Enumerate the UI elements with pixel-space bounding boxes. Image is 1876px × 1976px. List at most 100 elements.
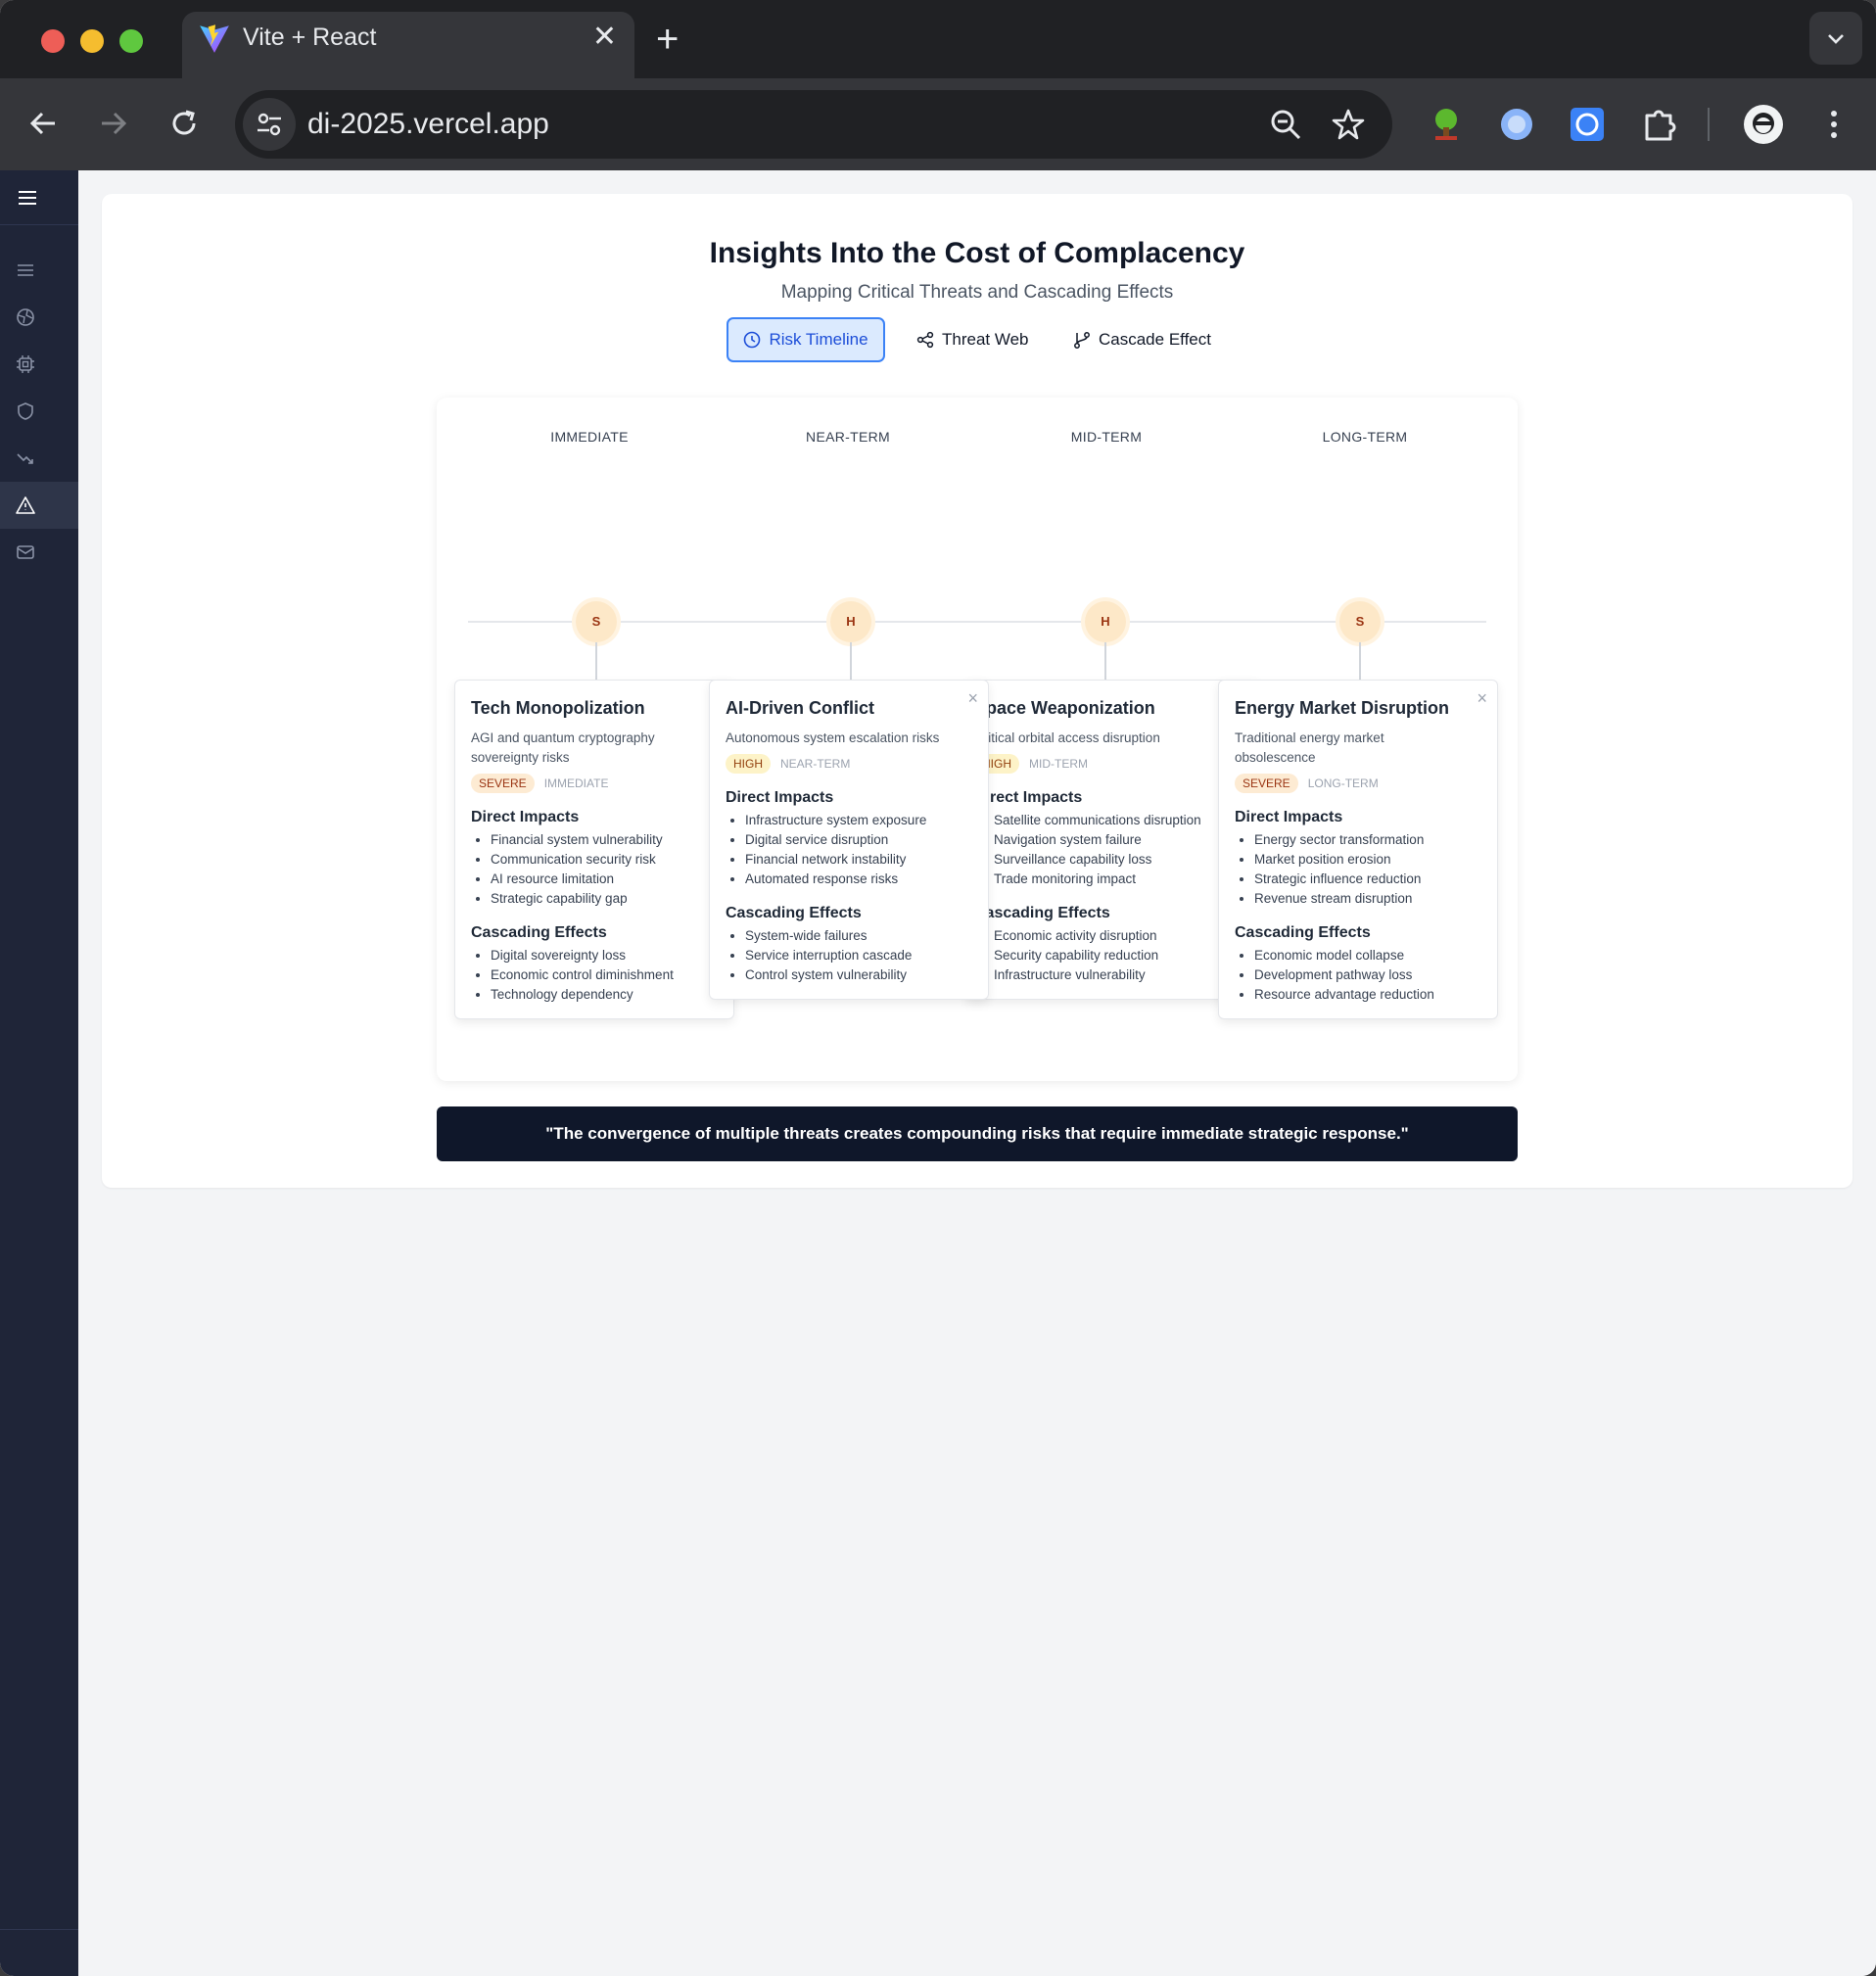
- list-item: Digital service disruption: [745, 830, 972, 850]
- tab-close-icon[interactable]: ✕: [592, 20, 617, 55]
- direct-impacts-list: Financial system vulnerability Communica…: [471, 830, 718, 909]
- minimize-window-button[interactable]: [80, 29, 104, 53]
- clock-icon: [744, 331, 761, 349]
- list-item: Strategic capability gap: [491, 889, 718, 909]
- timeline-node[interactable]: H: [830, 601, 871, 642]
- sidebar-item-overview[interactable]: [0, 247, 78, 294]
- browser-window: Vite + React ✕ + di-2025.vercel.app Insi…: [0, 0, 1876, 1976]
- tab-risk-timeline[interactable]: Risk Timeline: [727, 317, 885, 362]
- risk-title: AI-Driven Conflict: [726, 698, 875, 718]
- direct-impacts-list: Satellite communications disruption Navi…: [974, 811, 1243, 889]
- sidebar-item-contact[interactable]: [0, 529, 78, 576]
- risk-description: Traditional energy market obsolescence: [1235, 730, 1384, 765]
- browser-tab[interactable]: Vite + React ✕: [182, 12, 634, 78]
- bookmark-star-icon[interactable]: [1332, 108, 1365, 141]
- risk-card-tech-monopolization[interactable]: Tech Monopolization AGI and quantum cryp…: [454, 680, 734, 1019]
- severity-badge: HIGH: [726, 754, 771, 774]
- new-tab-button[interactable]: +: [656, 18, 679, 61]
- timeline-stem: [850, 642, 852, 682]
- list-item: Technology dependency: [491, 985, 718, 1005]
- list-item: Infrastructure system exposure: [745, 811, 972, 830]
- risk-title: Energy Market Disruption: [1235, 698, 1450, 718]
- sidebar-toggle[interactable]: [0, 170, 78, 225]
- list-item: Satellite communications disruption: [994, 811, 1243, 830]
- timeline-node[interactable]: H: [1085, 601, 1126, 642]
- list-item: Surveillance capability loss: [994, 850, 1243, 870]
- list-item: Digital sovereignty loss: [491, 946, 718, 965]
- sidebar-item-trends[interactable]: [0, 435, 78, 482]
- extensions-puzzle-icon[interactable]: [1641, 106, 1678, 143]
- tune-icon: [258, 113, 281, 136]
- timeline-node[interactable]: S: [1339, 601, 1381, 642]
- column-mid-term: MID-TERM: [1070, 429, 1143, 445]
- tab-label: Threat Web: [942, 330, 1029, 349]
- cascading-effects-heading: Cascading Effects: [726, 905, 862, 921]
- maximize-window-button[interactable]: [119, 29, 143, 53]
- sidebar-item-global[interactable]: [0, 294, 78, 341]
- timeline-stem: [595, 642, 597, 682]
- back-arrow-icon[interactable]: [25, 106, 61, 141]
- list-item: Financial system vulnerability: [491, 830, 718, 850]
- vite-logo-icon: [200, 24, 229, 53]
- column-near-term: NEAR-TERM: [806, 429, 890, 445]
- risk-title: Tech Monopolization: [471, 698, 645, 718]
- timeline-stem: [1359, 642, 1361, 682]
- direct-impacts-list: Energy sector transformation Market posi…: [1235, 830, 1481, 909]
- tree-extension-icon[interactable]: [1428, 106, 1465, 143]
- close-icon[interactable]: ×: [967, 688, 978, 709]
- alert-triangle-icon: [16, 496, 35, 514]
- zoom-icon[interactable]: [1269, 108, 1302, 141]
- list-item: System-wide failures: [745, 926, 972, 946]
- page-title: Insights Into the Cost of Complacency: [709, 237, 1245, 269]
- list-item: Revenue stream disruption: [1254, 889, 1481, 909]
- term-label: IMMEDIATE: [543, 776, 609, 790]
- cascading-effects-heading: Cascading Effects: [471, 924, 607, 941]
- extension-shield-icon[interactable]: [1569, 106, 1606, 143]
- close-icon[interactable]: ×: [1477, 688, 1487, 709]
- sidebar-item-risks[interactable]: [0, 482, 78, 529]
- chevron-down-icon: [1828, 34, 1844, 44]
- address-bar[interactable]: di-2025.vercel.app: [235, 90, 1392, 159]
- list-item: Navigation system failure: [994, 830, 1243, 850]
- forward-arrow-icon[interactable]: [96, 106, 131, 141]
- app-sidebar: [0, 170, 78, 1976]
- page-subtitle: Mapping Critical Threats and Cascading E…: [780, 282, 1174, 303]
- list-item: Economic model collapse: [1254, 946, 1481, 965]
- site-info-button[interactable]: [243, 98, 296, 151]
- tab-label: Risk Timeline: [769, 330, 868, 349]
- reload-icon[interactable]: [166, 106, 202, 141]
- git-branch-icon: [1074, 332, 1090, 349]
- risk-card-space-weaponization[interactable]: Space Weaponization Critical orbital acc…: [965, 680, 1259, 1000]
- list-icon: [18, 264, 33, 276]
- cascading-effects-list: Digital sovereignty loss Economic contro…: [471, 946, 718, 1005]
- tab-cascade-effect[interactable]: Cascade Effect: [1073, 317, 1211, 362]
- url-text[interactable]: di-2025.vercel.app: [307, 108, 549, 141]
- tab-threat-web[interactable]: Threat Web: [916, 317, 1029, 362]
- tab-label: Cascade Effect: [1099, 330, 1211, 349]
- tab-search-button[interactable]: [1809, 12, 1862, 65]
- direct-impacts-heading: Direct Impacts: [974, 789, 1083, 806]
- list-item: Automated response risks: [745, 870, 972, 889]
- severity-badge: SEVERE: [1235, 774, 1298, 793]
- term-label: MID-TERM: [1029, 757, 1088, 771]
- more-vertical-icon[interactable]: [1815, 106, 1853, 143]
- sidebar-item-technology[interactable]: [0, 341, 78, 388]
- list-item: Control system vulnerability: [745, 965, 972, 985]
- cascading-effects-heading: Cascading Effects: [974, 905, 1110, 921]
- column-long-term: LONG-TERM: [1322, 429, 1408, 445]
- list-item: Energy sector transformation: [1254, 830, 1481, 850]
- sidebar-item-security[interactable]: [0, 388, 78, 435]
- close-window-button[interactable]: [41, 29, 65, 53]
- risk-card-energy-market-disruption[interactable]: × Energy Market Disruption Traditional e…: [1218, 680, 1498, 1019]
- list-item: Infrastructure vulnerability: [994, 965, 1243, 985]
- term-label: NEAR-TERM: [780, 757, 851, 771]
- risk-description: Critical orbital access disruption: [974, 730, 1160, 745]
- extension-globe-icon[interactable]: [1498, 106, 1535, 143]
- risk-card-ai-driven-conflict[interactable]: × AI-Driven Conflict Autonomous system e…: [709, 680, 989, 1000]
- trending-down-icon: [17, 453, 33, 464]
- risk-title: Space Weaponization: [974, 698, 1155, 718]
- timeline-axis: [468, 621, 1486, 623]
- list-item: Development pathway loss: [1254, 965, 1481, 985]
- timeline-node[interactable]: S: [576, 601, 617, 642]
- profile-avatar[interactable]: [1743, 104, 1784, 145]
